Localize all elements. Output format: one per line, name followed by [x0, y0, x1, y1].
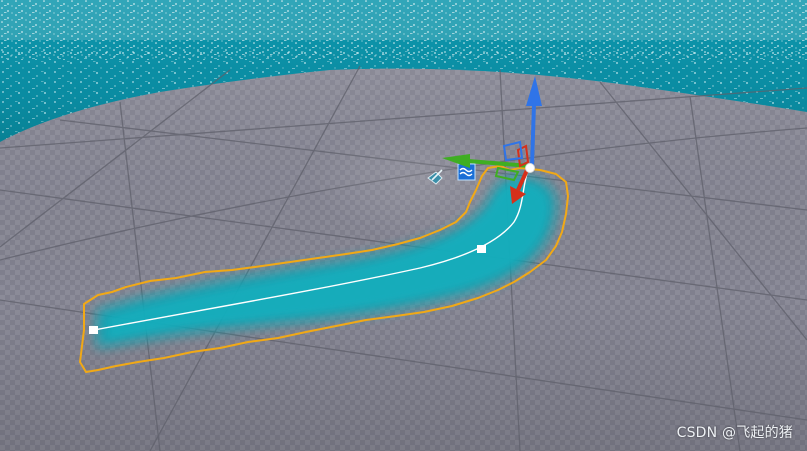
level-editor-viewport[interactable]: CSDN @飞起的猪 [0, 0, 807, 451]
viewport-scene[interactable] [0, 0, 807, 451]
csdn-watermark: CSDN @飞起的猪 [676, 425, 793, 441]
spline-point-middle[interactable] [477, 245, 486, 253]
gizmo-center[interactable] [525, 163, 535, 173]
spline-point-start[interactable] [89, 326, 98, 334]
